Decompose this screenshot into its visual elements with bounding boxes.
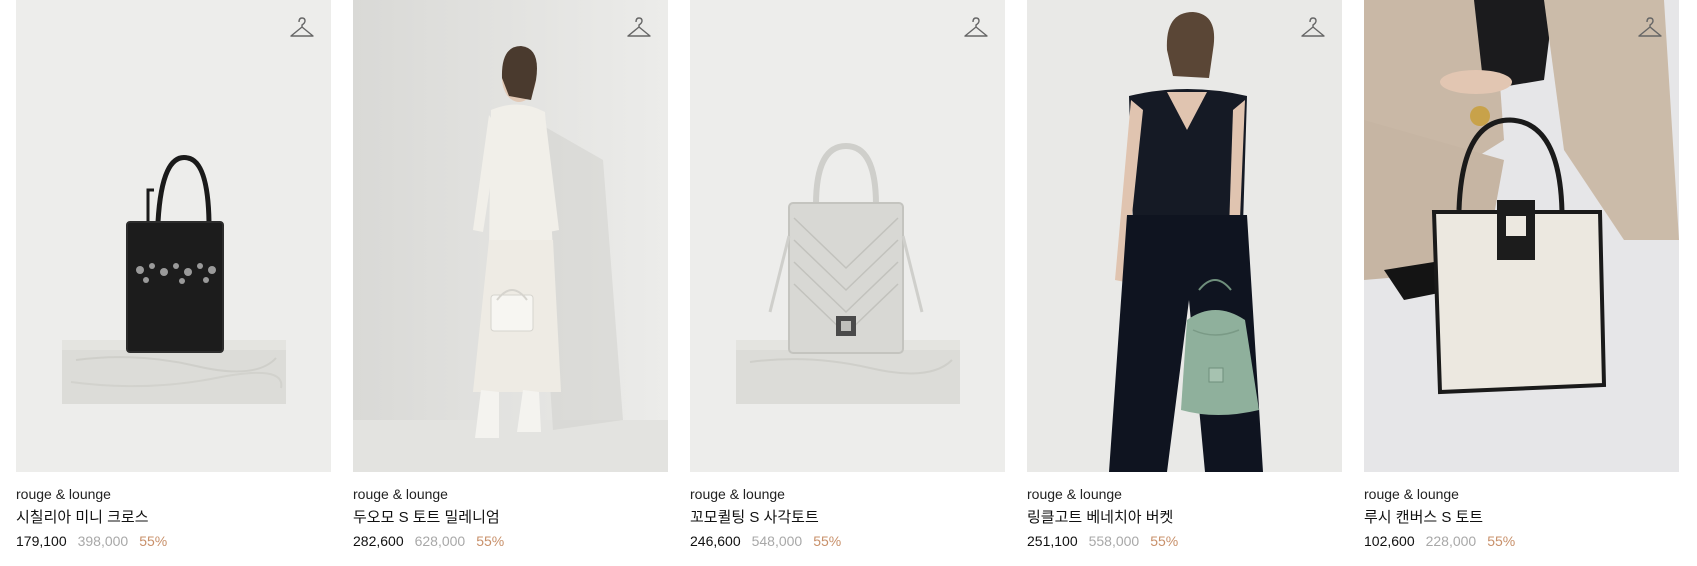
product-card[interactable]: rouge & lounge 루시 캔버스 S 토트 102,600 228,0…: [1364, 0, 1679, 550]
original-price: 558,000: [1088, 533, 1140, 549]
product-image[interactable]: [16, 0, 331, 472]
product-image[interactable]: [1364, 0, 1679, 472]
product-photo-quilted-tote: [690, 0, 1005, 472]
product-name[interactable]: 링클고트 베네치아 버켓: [1027, 508, 1342, 528]
price-row: 282,600 628,000 55%: [353, 532, 668, 550]
hanger-icon[interactable]: [626, 16, 652, 42]
original-price: 228,000: [1425, 533, 1477, 549]
hanger-icon[interactable]: [1300, 16, 1326, 42]
product-photo-model-white-outfit: [353, 0, 668, 472]
discount-rate: 55%: [476, 533, 505, 549]
product-name[interactable]: 꼬모퀼팅 S 사각토트: [690, 508, 1005, 528]
original-price: 398,000: [77, 533, 129, 549]
product-brand: rouge & lounge: [1027, 486, 1122, 502]
price-row: 179,100 398,000 55%: [16, 532, 331, 550]
hanger-icon[interactable]: [963, 16, 989, 42]
original-price: 628,000: [414, 533, 466, 549]
discount-rate: 55%: [813, 533, 842, 549]
sale-price: 282,600: [353, 533, 404, 549]
product-name[interactable]: 루시 캔버스 S 토트: [1364, 508, 1679, 528]
product-name[interactable]: 시칠리아 미니 크로스: [16, 508, 331, 528]
price-row: 251,100 558,000 55%: [1027, 532, 1342, 550]
product-card[interactable]: rouge & lounge 링클고트 베네치아 버켓 251,100 558,…: [1027, 0, 1342, 550]
product-image[interactable]: [690, 0, 1005, 472]
hanger-icon[interactable]: [1637, 16, 1663, 42]
product-brand: rouge & lounge: [1364, 486, 1459, 502]
hanger-icon[interactable]: [289, 16, 315, 42]
sale-price: 102,600: [1364, 533, 1415, 549]
discount-rate: 55%: [1487, 533, 1516, 549]
sale-price: 179,100: [16, 533, 67, 549]
original-price: 548,000: [751, 533, 803, 549]
product-grid: rouge & lounge 시칠리아 미니 크로스 179,100 398,0…: [16, 0, 1679, 550]
product-card[interactable]: rouge & lounge 두오모 S 토트 밀레니엄 282,600 628…: [353, 0, 668, 550]
discount-rate: 55%: [1150, 533, 1179, 549]
price-row: 102,600 228,000 55%: [1364, 532, 1679, 550]
sale-price: 246,600: [690, 533, 741, 549]
product-photo-model-navy-outfit: [1027, 0, 1342, 472]
product-name[interactable]: 두오모 S 토트 밀레니엄: [353, 508, 668, 528]
product-card[interactable]: rouge & lounge 시칠리아 미니 크로스 179,100 398,0…: [16, 0, 331, 550]
product-brand: rouge & lounge: [353, 486, 448, 502]
discount-rate: 55%: [139, 533, 168, 549]
product-card[interactable]: rouge & lounge 꼬모퀼팅 S 사각토트 246,600 548,0…: [690, 0, 1005, 550]
product-image[interactable]: [1027, 0, 1342, 472]
product-brand: rouge & lounge: [16, 486, 111, 502]
product-brand: rouge & lounge: [690, 486, 785, 502]
price-row: 246,600 548,000 55%: [690, 532, 1005, 550]
product-image[interactable]: [353, 0, 668, 472]
product-photo-canvas-tote-closeup: [1364, 0, 1679, 472]
product-photo-black-tote: [16, 0, 331, 472]
sale-price: 251,100: [1027, 533, 1078, 549]
